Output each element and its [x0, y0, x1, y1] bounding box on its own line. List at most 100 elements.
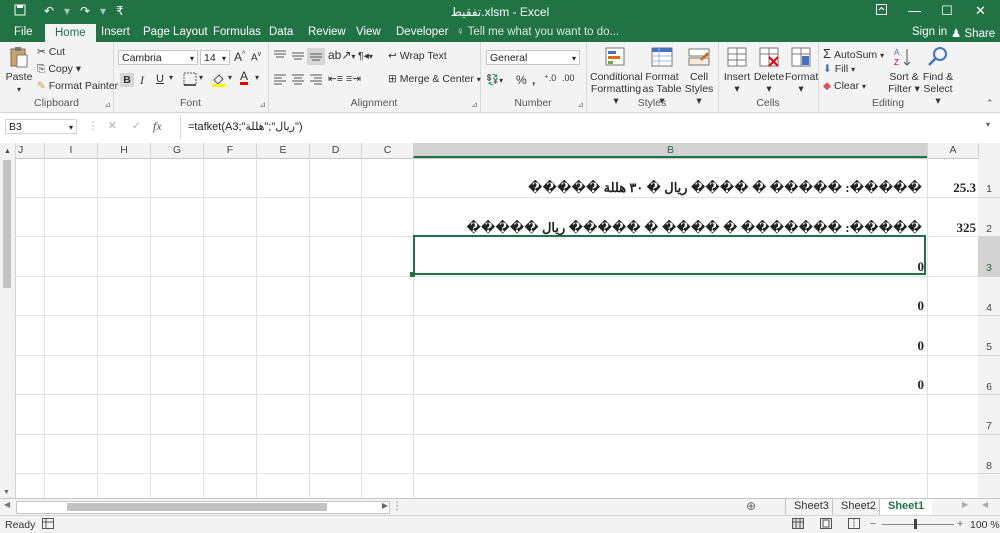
col-header-J[interactable]: J — [15, 143, 44, 158]
zoom-slider[interactable] — [882, 524, 954, 525]
wrap-text-button[interactable]: ↩ Wrap Text — [388, 50, 447, 62]
vertical-scrollbar[interactable]: ▼ — [0, 158, 16, 498]
next-sheet-icon[interactable]: ▶ — [962, 500, 968, 509]
insert-function-icon[interactable]: fx — [153, 119, 162, 134]
row-header-2[interactable]: 2 — [978, 197, 1000, 236]
percent-button[interactable]: % — [516, 73, 527, 87]
cell-B1[interactable]: �����: ����� � ���� ريال � ٣٠ هللة ����� — [418, 180, 922, 196]
macro-record-icon[interactable] — [42, 518, 54, 532]
zoom-in-icon[interactable]: + — [957, 518, 963, 530]
col-header-D[interactable]: D — [309, 143, 361, 158]
borders-dropdown-icon[interactable]: ▾ — [199, 73, 203, 82]
align-bottom-icon[interactable] — [307, 48, 325, 65]
insert-cells-button[interactable]: Insert ▾ — [721, 45, 753, 95]
normal-view-icon[interactable] — [792, 518, 804, 532]
font-size-select[interactable]: 14 ▾ — [200, 50, 230, 65]
cut-button[interactable]: ✂ Cut — [37, 46, 65, 58]
scroll-right-arrow-icon[interactable]: ▶ — [382, 501, 388, 510]
clear-button[interactable]: ◆ Clear ▾ — [823, 80, 866, 92]
font-color-dropdown-icon[interactable]: ▾ — [255, 73, 259, 82]
bold-button[interactable]: B — [120, 73, 134, 87]
dialog-launcher-icon[interactable]: ⊿ — [259, 100, 266, 109]
zoom-level[interactable]: 100 % — [970, 519, 1000, 531]
font-color-button[interactable]: A — [240, 70, 249, 85]
copy-button[interactable]: ⎘ Copy ▾ — [37, 63, 81, 76]
tab-developer[interactable]: Developer — [396, 26, 448, 38]
delete-cells-button[interactable]: Delete ▾ — [753, 45, 785, 95]
share-button[interactable]: ♟ Share — [951, 26, 995, 40]
grow-font-button[interactable]: A^ — [234, 50, 245, 64]
col-header-H[interactable]: H — [97, 143, 150, 158]
cell-A1[interactable]: 25.3 — [928, 180, 976, 196]
sheet-tab-sheet3[interactable]: Sheet3 — [785, 499, 837, 515]
shrink-font-button[interactable]: Av — [251, 51, 261, 63]
number-format-select[interactable]: General ▾ — [486, 50, 580, 65]
h-scroll-thumb[interactable] — [67, 503, 327, 511]
tab-data[interactable]: Data — [269, 26, 293, 38]
col-header-G[interactable]: G — [150, 143, 203, 158]
row-header-5[interactable]: 5 — [978, 315, 1000, 355]
scroll-up-arrow-icon[interactable]: ▲ — [0, 143, 15, 158]
dialog-launcher-icon[interactable]: ⊿ — [577, 100, 584, 109]
tab-page-layout[interactable]: Page Layout — [143, 26, 208, 38]
fill-button[interactable]: ⬇ Fill ▾ — [823, 63, 855, 75]
paste-button[interactable]: Paste ▾ — [4, 45, 34, 96]
col-header-I[interactable]: I — [44, 143, 97, 158]
rtl-direction-icon[interactable]: ¶◂▾ — [358, 50, 373, 62]
row-header-3[interactable]: 3 — [978, 236, 1000, 276]
zoom-out-icon[interactable]: − — [870, 518, 876, 530]
dialog-launcher-icon[interactable]: ⊿ — [104, 100, 111, 109]
cell-B4[interactable]: 0 — [880, 298, 925, 314]
format-painter-button[interactable]: ✎ Format Painter — [37, 80, 118, 92]
row-header-9[interactable] — [978, 473, 1000, 498]
tab-insert[interactable]: Insert — [101, 26, 130, 38]
cell-B5[interactable]: 0 — [880, 338, 925, 354]
col-header-F[interactable]: F — [203, 143, 256, 158]
align-left-icon[interactable] — [273, 73, 287, 88]
sheet-tab-sheet2[interactable]: Sheet2 — [832, 499, 884, 515]
sign-in-link[interactable]: Sign in — [912, 26, 947, 38]
fill-handle[interactable] — [410, 272, 415, 277]
cell-B6[interactable]: 0 — [880, 377, 925, 393]
tab-file[interactable]: File — [14, 26, 33, 38]
font-name-select[interactable]: Cambria ▾ — [118, 50, 198, 65]
row-header-7[interactable]: 7 — [978, 394, 1000, 434]
align-top-icon[interactable] — [273, 50, 287, 65]
enter-icon[interactable]: ✓ — [132, 120, 141, 132]
comma-button[interactable]: , — [532, 73, 535, 87]
minimize-icon[interactable]: — — [908, 3, 921, 18]
name-box[interactable]: B3 ▾ — [5, 119, 77, 134]
close-icon[interactable]: ✕ — [975, 3, 986, 19]
autosum-button[interactable]: Σ AutoSum ▾ — [823, 46, 884, 61]
expand-formula-icon[interactable]: ▾ — [986, 120, 990, 129]
dialog-launcher-icon[interactable]: ⊿ — [471, 100, 478, 109]
orientation-icon[interactable]: ab↗▾ — [328, 48, 355, 62]
maximize-icon[interactable]: ☐ — [941, 3, 953, 19]
decrease-decimal-icon[interactable]: .00 — [562, 73, 575, 83]
collapse-ribbon-icon[interactable]: ⌃ — [986, 98, 994, 109]
scroll-thumb[interactable] — [3, 160, 11, 288]
format-cells-button[interactable]: Format ▾ — [785, 45, 818, 95]
page-layout-view-icon[interactable] — [820, 518, 832, 532]
underline-button[interactable]: U — [156, 73, 164, 85]
cancel-icon[interactable]: ✕ — [108, 120, 117, 132]
tab-formulas[interactable]: Formulas — [213, 26, 261, 38]
merge-center-button[interactable]: ⊞ Merge & Center ▾ — [388, 73, 481, 85]
select-all-corner[interactable] — [978, 143, 1000, 158]
ribbon-display-icon[interactable] — [876, 3, 887, 18]
align-right-icon[interactable] — [309, 73, 323, 88]
col-header-C[interactable]: C — [361, 143, 413, 158]
underline-dropdown-icon[interactable]: ▾ — [169, 73, 173, 82]
zoom-slider-thumb[interactable] — [914, 519, 917, 529]
cell-B2[interactable]: �����: ������� � ���� � ����� ريال ����� — [418, 220, 922, 236]
row-header-8[interactable]: 8 — [978, 434, 1000, 473]
fill-color-icon[interactable] — [211, 72, 227, 90]
decrease-indent-icon[interactable]: ⇤≡ — [328, 73, 343, 85]
splitter-icon[interactable]: ⋮ — [392, 500, 403, 512]
italic-button[interactable]: I — [140, 73, 144, 88]
tab-view[interactable]: View — [356, 26, 381, 38]
scroll-down-arrow-icon[interactable]: ▼ — [3, 489, 10, 496]
row-header-1[interactable]: 1 — [978, 158, 1000, 197]
col-header-A[interactable]: A — [927, 143, 978, 158]
col-header-B[interactable]: B — [413, 143, 927, 158]
